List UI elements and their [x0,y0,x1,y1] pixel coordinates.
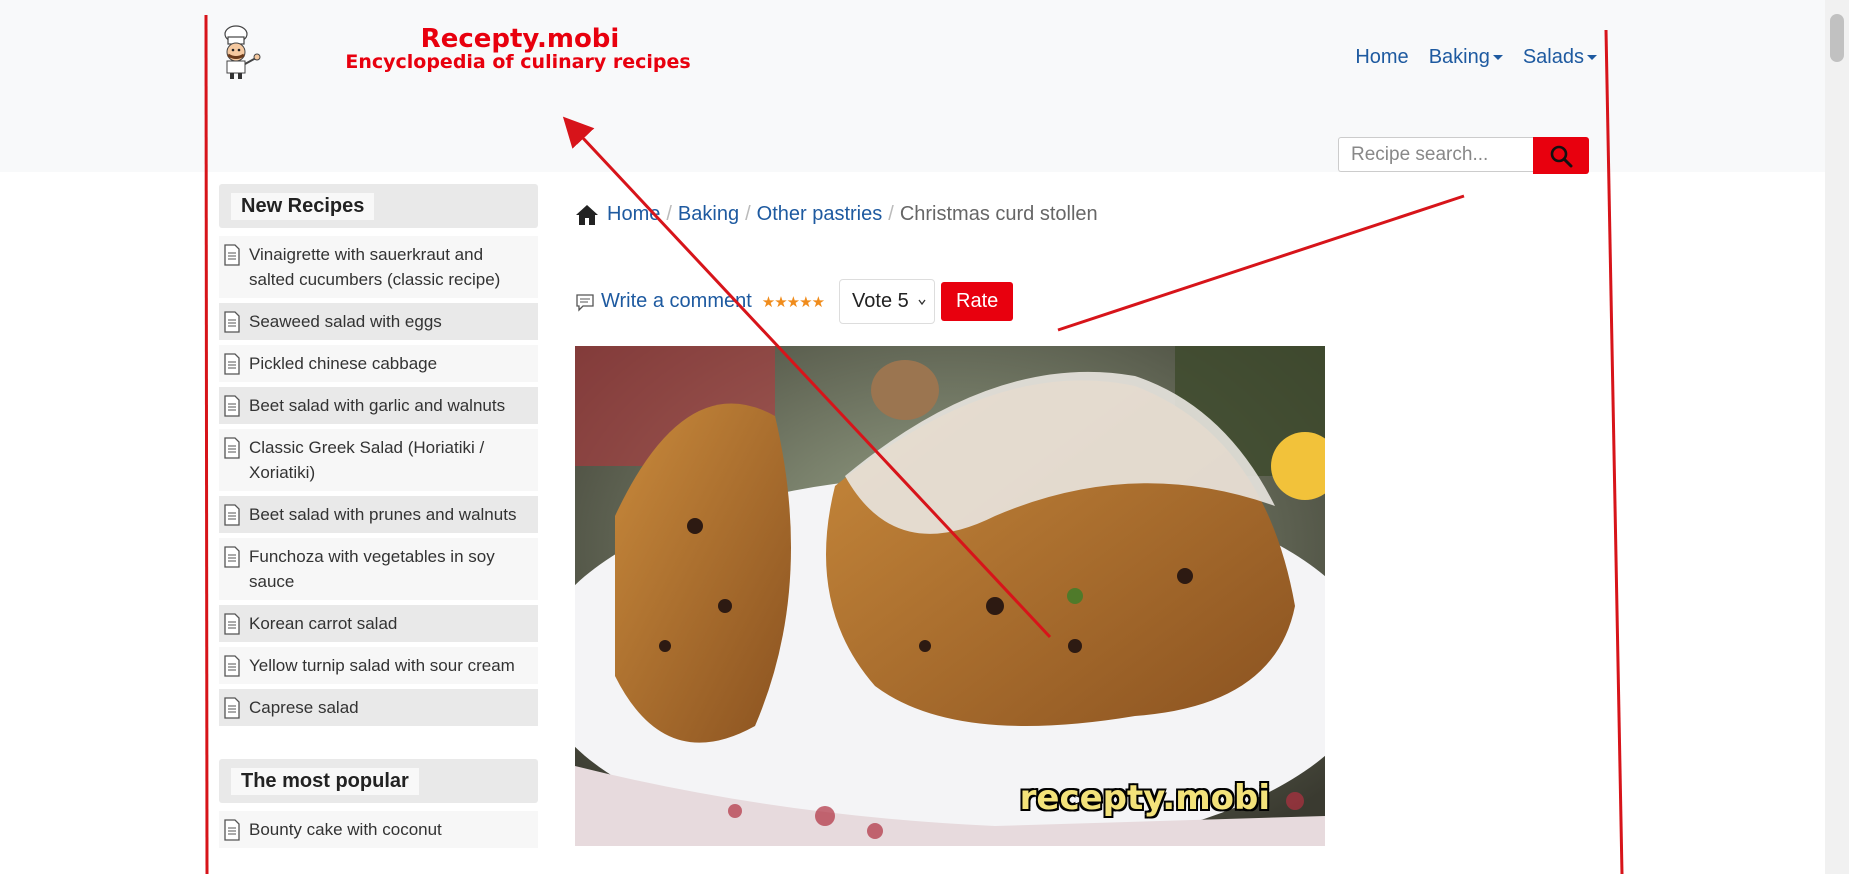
breadcrumb-other-pastries[interactable]: Other pastries [757,203,883,226]
rating-row: Write a comment ★★★★★ Vote 5 Rate [575,279,1014,324]
document-icon [224,546,240,568]
nav-salads[interactable]: Salads [1523,46,1597,69]
sidebar: New Recipes Vinaigrette with sauerkraut … [219,184,538,853]
nav-salads-label: Salads [1522,46,1584,68]
recipe-link[interactable]: Funchoza with vegetables in soy sauce [249,544,528,594]
annotation-line-diagonal [1057,194,1465,332]
document-icon [224,819,240,841]
document-icon [224,697,240,719]
breadcrumb-separator: / [666,203,672,225]
list-item[interactable]: Beet salad with garlic and walnuts [219,387,538,424]
list-item[interactable]: Pickled chinese cabbage [219,345,538,382]
document-icon [224,655,240,677]
breadcrumb-current: Christmas curd stollen [899,203,1098,225]
document-icon [224,395,240,417]
chevron-down-icon [918,299,926,306]
list-item[interactable]: Beet salad with prunes and walnuts [219,496,538,533]
recipe-link[interactable]: Yellow turnip salad with sour cream [249,653,515,678]
popular-title: The most popular [231,768,419,795]
write-comment-link[interactable]: Write a comment [575,290,752,313]
document-icon [224,311,240,333]
scrollbar-thumb[interactable] [1830,14,1844,62]
list-item[interactable]: Vinaigrette with sauerkraut and salted c… [219,236,538,298]
search-input[interactable] [1338,137,1533,172]
brand-subtitle: Encyclopedia of culinary recipes [345,51,691,73]
document-icon [224,437,240,459]
stollen-image [575,346,1325,846]
recipe-link[interactable]: Bounty cake with coconut [249,817,442,842]
nav-baking[interactable]: Baking [1429,46,1503,69]
vote-select[interactable]: Vote 5 [839,279,936,324]
popular-list: Bounty cake with coconut [219,811,538,848]
site-header: Recepty.mobi Encyclopedia of culinary re… [0,0,1849,174]
recipe-link[interactable]: Caprese salad [249,695,359,720]
breadcrumb: Home / Baking / Other pastries / Christm… [575,203,1098,226]
new-recipes-title: New Recipes [231,193,375,220]
document-icon [224,613,240,635]
list-item[interactable]: Korean carrot salad [219,605,538,642]
recipe-link[interactable]: Classic Greek Salad (Horiatiki / Xoriati… [249,435,528,485]
search-button[interactable] [1533,137,1589,174]
comment-icon [576,293,594,312]
recipe-link[interactable]: Korean carrot salad [249,611,397,636]
popular-heading: The most popular [219,759,538,803]
list-item[interactable]: Seaweed salad with eggs [219,303,538,340]
recipe-photo: recepty.mobi [575,346,1325,846]
list-item[interactable]: Caprese salad [219,689,538,726]
recipe-link[interactable]: Beet salad with prunes and walnuts [249,502,516,527]
list-item[interactable]: Yellow turnip salad with sour cream [219,647,538,684]
breadcrumb-separator: / [888,203,894,225]
write-comment-label: Write a comment [601,290,752,312]
page-scrollbar[interactable] [1825,0,1849,874]
list-item[interactable]: Classic Greek Salad (Horiatiki / Xoriati… [219,429,538,491]
nav-home[interactable]: Home [1355,46,1408,69]
breadcrumb-home[interactable]: Home [607,203,660,226]
new-recipes-heading: New Recipes [219,184,538,228]
search-form [1338,137,1589,174]
caret-down-icon [1492,55,1503,60]
vote-select-value: Vote 5 [852,290,909,312]
photo-watermark: recepty.mobi [1019,778,1270,818]
recipe-link[interactable]: Pickled chinese cabbage [249,351,437,376]
home-icon [576,204,598,225]
new-recipes-list: Vinaigrette with sauerkraut and salted c… [219,236,538,726]
document-icon [224,504,240,526]
document-icon [224,244,240,266]
breadcrumb-separator: / [745,203,751,225]
nav-baking-label: Baking [1428,46,1490,68]
recipe-link[interactable]: Seaweed salad with eggs [249,309,442,334]
recipe-link[interactable]: Vinaigrette with sauerkraut and salted c… [249,242,528,292]
main-nav: Home Baking Salads [1355,46,1597,69]
rate-button[interactable]: Rate [941,282,1014,321]
breadcrumb-baking[interactable]: Baking [678,203,739,226]
chef-icon [224,25,261,79]
list-item[interactable]: Funchoza with vegetables in soy sauce [219,538,538,600]
document-icon [224,353,240,375]
brand-title: Recepty.mobi [420,24,620,54]
rating-stars: ★★★★★ [761,293,825,311]
list-item[interactable]: Bounty cake with coconut [219,811,538,848]
search-icon [1550,145,1573,167]
caret-down-icon [1587,55,1597,60]
recipe-link[interactable]: Beet salad with garlic and walnuts [249,393,505,418]
